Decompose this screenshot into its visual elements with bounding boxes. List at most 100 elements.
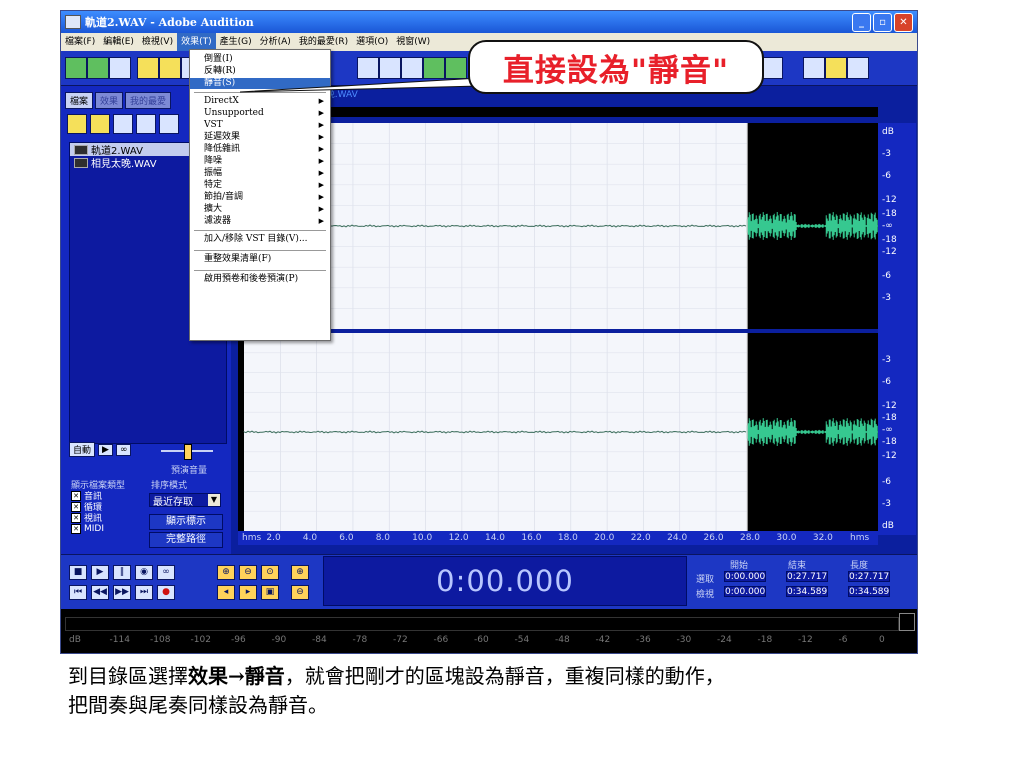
menu-file[interactable]: 檔案(F) [61,33,99,51]
metronome-icon[interactable] [825,57,847,79]
edit-file-icon[interactable] [113,114,133,134]
stop-icon[interactable]: ■ [69,565,87,580]
time-ruler[interactable]: hms 2.0 4.0 6.0 8.0 10.0 12.0 14.0 16.0 18.0 20.0 2… [238,531,878,545]
menu-item[interactable]: 特定 ▶ [190,180,330,191]
filter-midi[interactable]: ✕ MIDI [71,523,104,534]
preview-volume-slider[interactable] [161,444,213,460]
level-meter-clip-indicator[interactable] [899,613,915,631]
open-file-icon[interactable] [159,57,181,79]
submenu-arrow-icon: ▶ [318,121,324,129]
fast-forward-icon[interactable]: ▶▶ [113,585,131,600]
zoom-right-icon[interactable]: ▸ [239,585,257,600]
title-bar[interactable]: 軌道2.WAV - Adobe Audition _ ▫ ✕ [61,11,917,33]
rewind-icon[interactable]: ◀◀ [91,585,109,600]
checkbox-icon[interactable]: ✕ [71,523,81,534]
maximize-icon[interactable]: ▫ [873,13,892,32]
menu-item[interactable]: 濾波器 ▶ [190,216,330,227]
tab-effects[interactable]: 效果 [95,92,124,109]
checkbox-icon[interactable]: ✕ [71,512,81,523]
menu-item[interactable]: DirectX ▶ [190,96,330,107]
menu-item[interactable]: 倒置(I) [190,54,330,65]
view-length-field[interactable]: 0:34.589 [848,586,890,597]
checkbox-icon[interactable]: ✕ [71,490,81,501]
menu-separator [194,230,326,231]
checkbox-icon[interactable]: ✕ [71,501,81,512]
tab-files[interactable]: 檔案 [65,92,94,109]
loop-icon[interactable]: ∞ [157,565,175,580]
goto-start-icon[interactable]: ⏮ [69,585,87,600]
auto-play-toggle[interactable]: 自動 [69,442,96,457]
zoom-full-icon[interactable]: ⊙ [261,565,279,580]
settings-icon[interactable] [803,57,825,79]
preview-loop-button[interactable]: ∞ [115,443,132,456]
zoom-in-icon[interactable]: ⊕ [217,565,235,580]
record-icon[interactable]: ● [157,585,175,600]
chevron-down-icon[interactable]: ▼ [208,494,220,506]
menu-options[interactable]: 選項(O) [352,33,392,51]
zoom-vertical-in-icon[interactable]: ⊕ [291,565,309,580]
menu-item[interactable]: 啟用預卷和後卷預演(P) [190,274,330,285]
import-file-icon[interactable] [67,114,87,134]
pause-icon[interactable]: ‖ [113,565,131,580]
minimize-icon[interactable]: _ [852,13,871,32]
menu-item[interactable]: Unsupported ▶ [190,108,330,119]
menu-item[interactable]: 擴大 ▶ [190,204,330,215]
spectral-view-icon[interactable] [761,57,783,79]
copy-icon[interactable] [379,57,401,79]
insert-multitrack-icon[interactable] [136,114,156,134]
menu-item[interactable]: 降噪 ▶ [190,156,330,167]
menu-item[interactable]: 降低雜訊 ▶ [190,144,330,155]
menu-item[interactable]: 節拍/音調 ▶ [190,192,330,203]
full-path-button[interactable]: 完整路徑 [149,532,223,548]
waveform-channel-left[interactable] [238,123,878,329]
selection-end-field[interactable]: 0:27.717 [786,571,828,582]
help-icon[interactable] [847,57,869,79]
submenu-arrow-icon: ▶ [318,217,324,225]
menu-edit[interactable]: 編輯(E) [99,33,138,51]
view-start-field[interactable]: 0:00.000 [724,586,766,597]
filter-video[interactable]: ✕ 視訊 [71,512,104,524]
edit-view-icon[interactable] [87,57,109,79]
menu-item[interactable]: 重整效果清單(F) [190,254,330,265]
multitrack-view-icon[interactable] [65,57,87,79]
new-file-icon[interactable] [137,57,159,79]
level-mark-label: -30 [676,635,692,645]
level-mark-label: -108 [150,635,171,645]
tab-favorites[interactable]: 我的最愛 [125,92,172,109]
zoom-vertical-out-icon[interactable]: ⊖ [291,585,309,600]
submenu-arrow-icon: ▶ [318,205,324,213]
mix-paste-icon[interactable] [423,57,445,79]
zoom-left-icon[interactable]: ◂ [217,585,235,600]
zoom-selection-icon[interactable]: ▣ [261,585,279,600]
preview-play-button[interactable]: ▶ [98,443,113,456]
show-tags-button[interactable]: 顯示標示 [149,514,223,530]
trim-icon[interactable] [445,57,467,79]
file-type-filters: ✕ 音訊 ✕ 循環 ✕ 視訊 ✕ MIDI [71,490,104,534]
waveform-channel-right[interactable] [238,333,878,531]
selection-start-field[interactable]: 0:00.000 [724,571,766,582]
insert-cd-icon[interactable] [159,114,179,134]
menu-item[interactable]: 延遲效果 ▶ [190,132,330,143]
paste-icon[interactable] [401,57,423,79]
cut-icon[interactable] [357,57,379,79]
selection-length-field[interactable]: 0:27.717 [848,571,890,582]
goto-end-icon[interactable]: ⏭ [135,585,153,600]
zoom-out-icon[interactable]: ⊖ [239,565,257,580]
menu-item[interactable]: VST ▶ [190,120,330,131]
play-icon[interactable]: ▶ [91,565,109,580]
menu-item[interactable]: 加入/移除 VST 目錄(V)... [190,234,330,245]
sort-mode-select[interactable]: 最近存取 ▼ [149,493,221,508]
close-icon[interactable]: ✕ [894,13,913,32]
cd-view-icon[interactable] [109,57,131,79]
close-file-icon[interactable] [90,114,110,134]
view-end-field[interactable]: 0:34.589 [786,586,828,597]
play-to-end-icon[interactable]: ◉ [135,565,153,580]
db-tick-label: -∞ [882,425,893,435]
overview-bar[interactable] [238,107,878,117]
slider-knob[interactable] [184,444,192,460]
menu-window[interactable]: 視窗(W) [392,33,434,51]
menu-view[interactable]: 檢視(V) [138,33,177,51]
menu-item[interactable]: 反轉(R) [190,66,330,77]
db-tick-label: -6 [882,271,891,281]
menu-item[interactable]: 振幅 ▶ [190,168,330,179]
